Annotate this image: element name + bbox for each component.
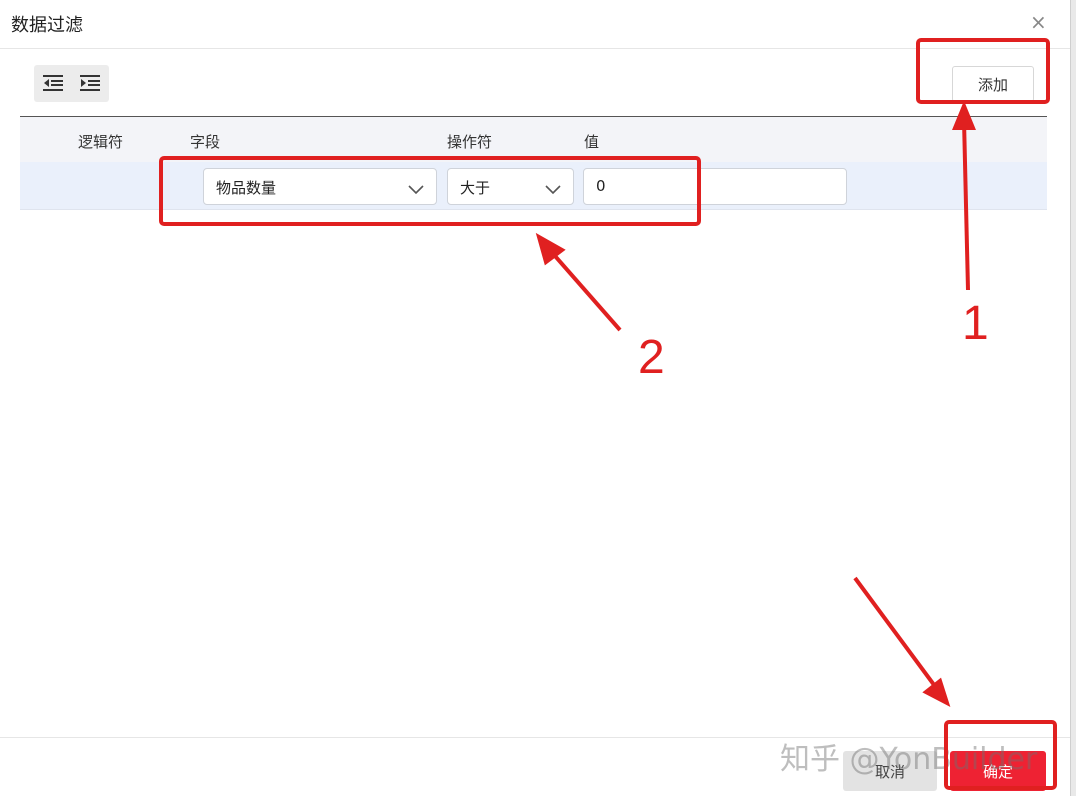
field-select-value: 物品数量 <box>216 179 277 197</box>
header-field: 字段 <box>190 133 221 151</box>
table-header-row: 逻辑符 字段 操作符 值 <box>20 117 1047 162</box>
data-filter-dialog: 数据过滤 × 添加 逻辑符 字段 操作符 值 物品数量 大于 0 取消 确定 知… <box>0 0 1070 796</box>
annotation-number-2: 2 <box>638 331 665 384</box>
header-value: 值 <box>584 133 600 151</box>
indent-toolbar <box>34 65 109 102</box>
dialog-title: 数据过滤 <box>11 15 83 36</box>
value-input-text: 0 <box>596 177 606 195</box>
add-button[interactable]: 添加 <box>952 66 1034 102</box>
indent-icon[interactable] <box>76 70 104 97</box>
header-operator: 操作符 <box>447 133 493 151</box>
chevron-down-icon <box>545 180 561 199</box>
chevron-down-icon <box>408 180 424 199</box>
window-edge <box>1070 0 1076 796</box>
outdent-icon[interactable] <box>39 70 67 97</box>
operator-select-value: 大于 <box>460 179 491 197</box>
operator-select[interactable]: 大于 <box>447 168 574 205</box>
field-select[interactable]: 物品数量 <box>203 168 437 205</box>
close-icon[interactable]: × <box>1030 11 1047 33</box>
watermark: 知乎 @YonBuilder <box>780 742 1038 777</box>
value-input[interactable]: 0 <box>583 168 847 205</box>
annotation-number-1: 1 <box>962 297 989 350</box>
header-divider <box>0 48 1070 49</box>
header-logic: 逻辑符 <box>78 133 124 151</box>
